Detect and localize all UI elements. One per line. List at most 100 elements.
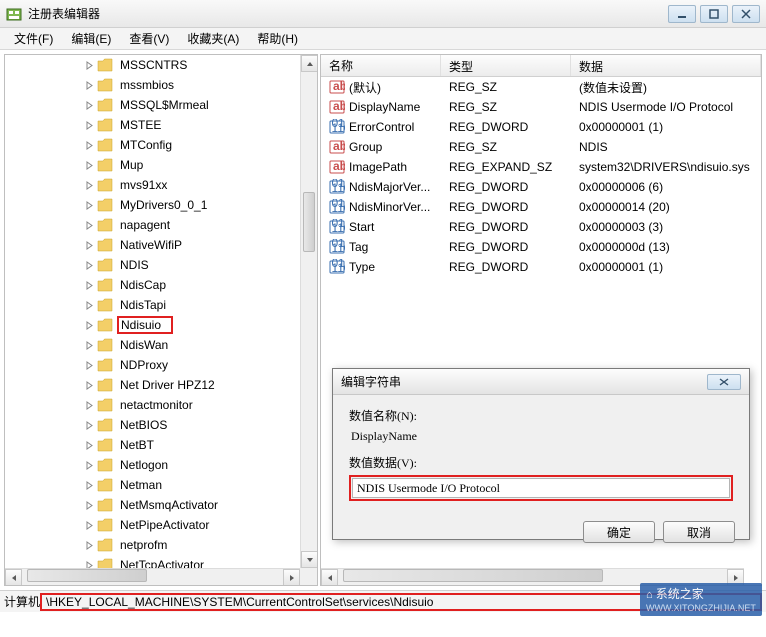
expander-icon[interactable] bbox=[83, 119, 95, 131]
window-controls bbox=[668, 5, 760, 23]
svg-text:110: 110 bbox=[332, 241, 346, 255]
close-button[interactable] bbox=[732, 5, 760, 23]
tree-content[interactable]: MSSCNTRSmssmbiosMSSQL$MrmealMSTEEMTConfi… bbox=[5, 55, 317, 585]
tree-item[interactable]: NdisCap bbox=[5, 275, 317, 295]
expander-icon[interactable] bbox=[83, 459, 95, 471]
ok-button[interactable]: 确定 bbox=[583, 521, 655, 543]
expander-icon[interactable] bbox=[83, 139, 95, 151]
menu-favorites[interactable]: 收藏夹(A) bbox=[179, 28, 247, 49]
tree-item[interactable]: NDIS bbox=[5, 255, 317, 275]
tree-item[interactable]: napagent bbox=[5, 215, 317, 235]
tree-item[interactable]: NetBIOS bbox=[5, 415, 317, 435]
scroll-left-icon[interactable] bbox=[5, 569, 22, 586]
col-name[interactable]: 名称 bbox=[321, 55, 441, 76]
expander-icon[interactable] bbox=[83, 219, 95, 231]
tree-hscroll[interactable] bbox=[5, 568, 300, 585]
menu-view[interactable]: 查看(V) bbox=[121, 28, 177, 49]
scroll-left-icon[interactable] bbox=[321, 569, 338, 586]
tree-item[interactable]: MTConfig bbox=[5, 135, 317, 155]
tree-item[interactable]: Netman bbox=[5, 475, 317, 495]
expander-icon[interactable] bbox=[83, 399, 95, 411]
tree-item[interactable]: NetPipeActivator bbox=[5, 515, 317, 535]
expander-icon[interactable] bbox=[83, 359, 95, 371]
list-row[interactable]: 011110NdisMinorVer...REG_DWORD0x00000014… bbox=[321, 197, 761, 217]
tree-item[interactable]: netprofm bbox=[5, 535, 317, 555]
cell-type: REG_DWORD bbox=[441, 180, 571, 194]
menu-file[interactable]: 文件(F) bbox=[6, 28, 61, 49]
expander-icon[interactable] bbox=[83, 499, 95, 511]
window-title: 注册表编辑器 bbox=[28, 5, 668, 22]
col-data[interactable]: 数据 bbox=[571, 55, 761, 76]
expander-icon[interactable] bbox=[83, 439, 95, 451]
expander-icon[interactable] bbox=[83, 319, 95, 331]
scroll-right-icon[interactable] bbox=[727, 569, 744, 586]
cell-name: 011110Start bbox=[321, 219, 441, 235]
tree-item[interactable]: mssmbios bbox=[5, 75, 317, 95]
list-row[interactable]: 011110TagREG_DWORD0x0000000d (13) bbox=[321, 237, 761, 257]
tree-item[interactable]: mvs91xx bbox=[5, 175, 317, 195]
tree-item[interactable]: MSSCNTRS bbox=[5, 55, 317, 75]
cancel-button[interactable]: 取消 bbox=[663, 521, 735, 543]
tree-item[interactable]: NdisTapi bbox=[5, 295, 317, 315]
expander-icon[interactable] bbox=[83, 199, 95, 211]
tree-item[interactable]: MSSQL$Mrmeal bbox=[5, 95, 317, 115]
value-name: NdisMajorVer... bbox=[349, 180, 430, 194]
list-row[interactable]: 011110TypeREG_DWORD0x00000001 (1) bbox=[321, 257, 761, 277]
expander-icon[interactable] bbox=[83, 79, 95, 91]
expander-icon[interactable] bbox=[83, 99, 95, 111]
cell-name: 011110NdisMinorVer... bbox=[321, 199, 441, 215]
expander-icon[interactable] bbox=[83, 159, 95, 171]
tree-item[interactable]: NDProxy bbox=[5, 355, 317, 375]
col-type[interactable]: 类型 bbox=[441, 55, 571, 76]
tree-item[interactable]: Mup bbox=[5, 155, 317, 175]
value-data-input[interactable] bbox=[352, 478, 730, 498]
tree-item[interactable]: Net Driver HPZ12 bbox=[5, 375, 317, 395]
tree-item[interactable]: NetBT bbox=[5, 435, 317, 455]
maximize-button[interactable] bbox=[700, 5, 728, 23]
list-row[interactable]: ab(默认)REG_SZ(数值未设置) bbox=[321, 77, 761, 97]
tree-item[interactable]: MSTEE bbox=[5, 115, 317, 135]
list-hscroll[interactable] bbox=[321, 568, 744, 585]
expander-icon[interactable] bbox=[83, 239, 95, 251]
tree-vscroll[interactable] bbox=[300, 55, 317, 568]
expander-icon[interactable] bbox=[83, 59, 95, 71]
scroll-thumb[interactable] bbox=[343, 569, 603, 582]
cell-name: abDisplayName bbox=[321, 99, 441, 115]
svg-text:110: 110 bbox=[332, 201, 346, 215]
cell-type: REG_DWORD bbox=[441, 200, 571, 214]
list-row[interactable]: abGroupREG_SZNDIS bbox=[321, 137, 761, 157]
expander-icon[interactable] bbox=[83, 179, 95, 191]
scroll-right-icon[interactable] bbox=[283, 569, 300, 586]
tree-item[interactable]: Ndisuio bbox=[5, 315, 317, 335]
tree-item[interactable]: MyDrivers0_0_1 bbox=[5, 195, 317, 215]
expander-icon[interactable] bbox=[83, 339, 95, 351]
dialog-titlebar[interactable]: 编辑字符串 bbox=[333, 369, 749, 395]
list-row[interactable]: 011110ErrorControlREG_DWORD0x00000001 (1… bbox=[321, 117, 761, 137]
expander-icon[interactable] bbox=[83, 479, 95, 491]
menu-help[interactable]: 帮助(H) bbox=[249, 28, 306, 49]
tree-item-label: NDProxy bbox=[117, 357, 171, 373]
scroll-thumb[interactable] bbox=[27, 569, 147, 582]
tree-item[interactable]: NdisWan bbox=[5, 335, 317, 355]
list-row[interactable]: 011110StartREG_DWORD0x00000003 (3) bbox=[321, 217, 761, 237]
tree-item[interactable]: NativeWifiP bbox=[5, 235, 317, 255]
tree-item[interactable]: Netlogon bbox=[5, 455, 317, 475]
expander-icon[interactable] bbox=[83, 379, 95, 391]
expander-icon[interactable] bbox=[83, 539, 95, 551]
tree-item[interactable]: NetMsmqActivator bbox=[5, 495, 317, 515]
expander-icon[interactable] bbox=[83, 299, 95, 311]
scroll-thumb[interactable] bbox=[303, 192, 315, 252]
list-row[interactable]: 011110NdisMajorVer...REG_DWORD0x00000006… bbox=[321, 177, 761, 197]
dialog-close-button[interactable] bbox=[707, 374, 741, 390]
scroll-down-icon[interactable] bbox=[301, 551, 318, 568]
list-row[interactable]: abDisplayNameREG_SZNDIS Usermode I/O Pro… bbox=[321, 97, 761, 117]
expander-icon[interactable] bbox=[83, 259, 95, 271]
expander-icon[interactable] bbox=[83, 519, 95, 531]
tree-item[interactable]: netactmonitor bbox=[5, 395, 317, 415]
scroll-up-icon[interactable] bbox=[301, 55, 318, 72]
expander-icon[interactable] bbox=[83, 279, 95, 291]
minimize-button[interactable] bbox=[668, 5, 696, 23]
menu-edit[interactable]: 编辑(E) bbox=[63, 28, 119, 49]
list-row[interactable]: abImagePathREG_EXPAND_SZsystem32\DRIVERS… bbox=[321, 157, 761, 177]
expander-icon[interactable] bbox=[83, 419, 95, 431]
